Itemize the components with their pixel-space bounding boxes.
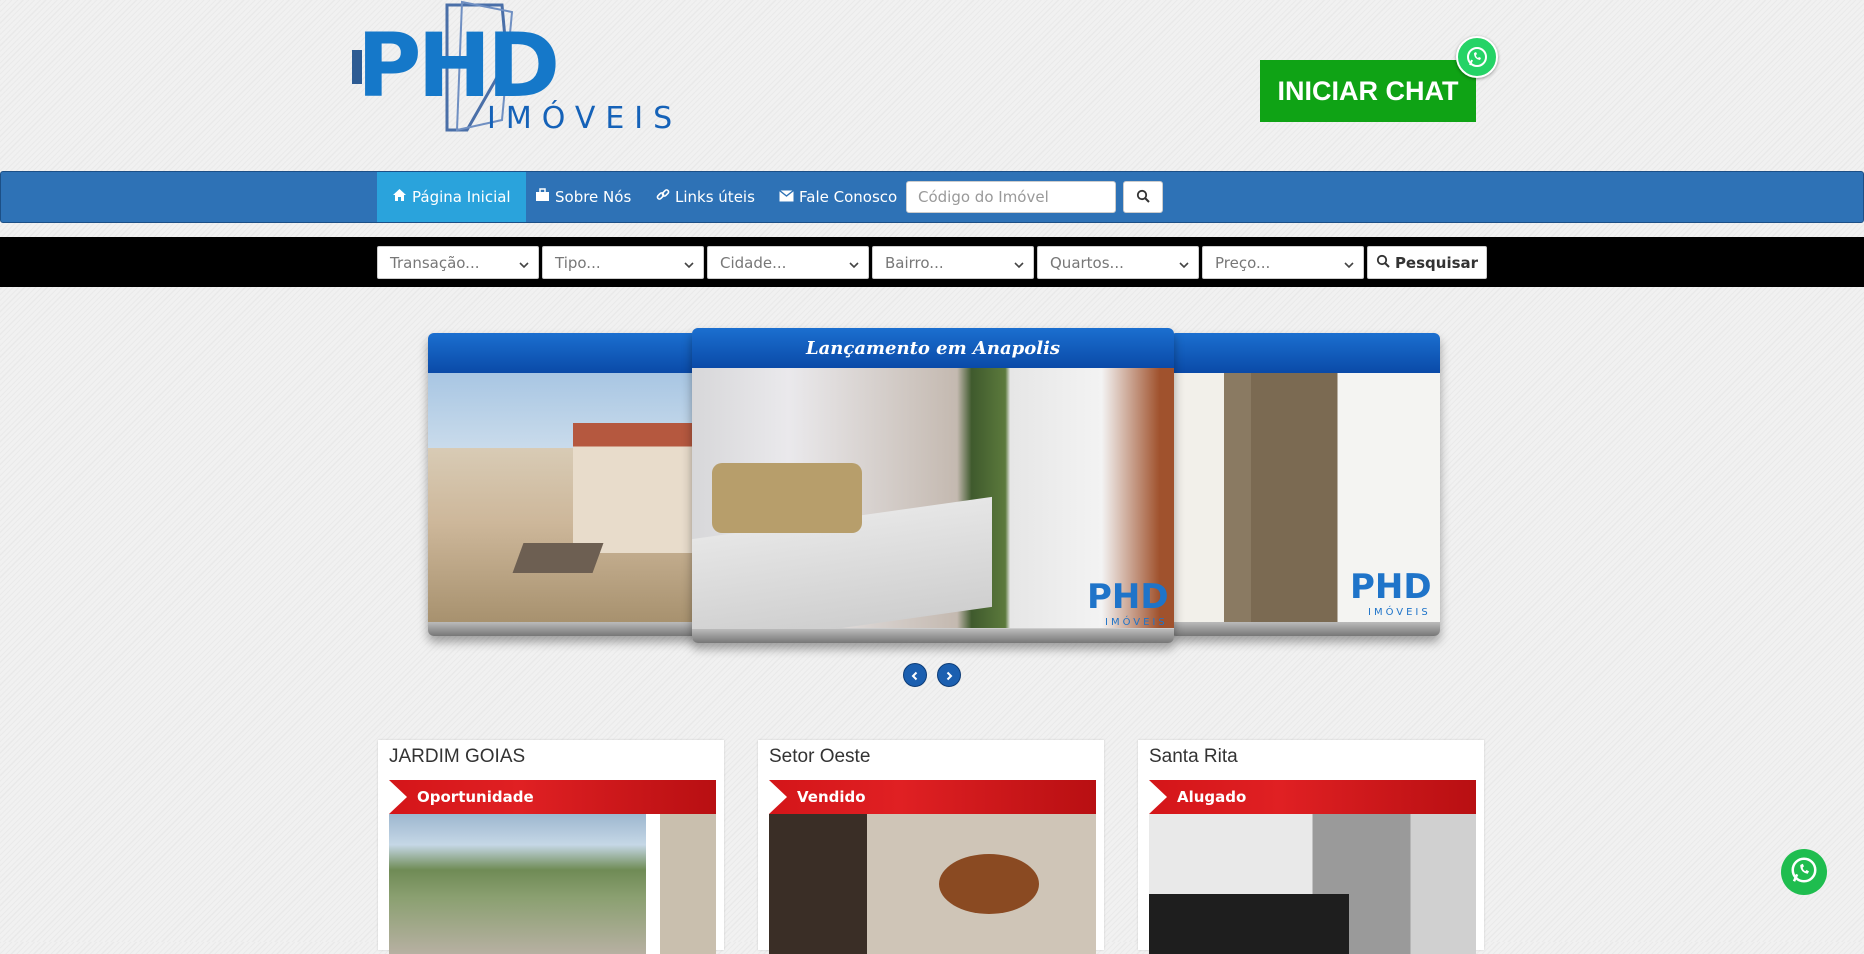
status-ribbon: Vendido [769,780,1096,814]
phd-watermark-icon: PHD IMÓVEIS [1087,563,1174,633]
status-ribbon: Alugado [1149,780,1476,814]
select-value: Bairro... [885,253,944,272]
property-code-input[interactable] [906,181,1116,213]
card-title: Setor Oeste [769,746,871,767]
transaction-select[interactable]: Transação... [377,246,539,279]
svg-text:PHD: PHD [1350,567,1432,607]
ribbon-notch [389,780,407,814]
neighborhood-select[interactable]: Bairro... [872,246,1034,279]
home-icon [392,188,407,206]
chevron-down-icon [683,257,695,275]
search-icon [1136,188,1150,207]
chevron-down-icon [1343,257,1355,275]
nav-item-home[interactable]: Página Inicial [377,172,526,222]
ribbon-label: Vendido [797,788,866,806]
carousel-next-button[interactable] [937,663,961,687]
slide-title: Lançamento em Anapolis [692,328,1174,368]
code-search-button[interactable] [1123,181,1163,213]
whatsapp-float-button[interactable] [1781,849,1827,895]
search-icon [1376,254,1390,272]
status-ribbon: Oportunidade [389,780,716,814]
slide-footer [428,622,698,636]
type-select[interactable]: Tipo... [542,246,704,279]
whatsapp-icon [1789,855,1819,889]
sofa-shape [712,463,862,533]
phd-watermark-icon: PHD IMÓVEIS [1350,553,1440,623]
ribbon-label: Alugado [1177,788,1247,806]
svg-text:IMÓVEIS: IMÓVEIS [1105,615,1168,628]
chevron-down-icon [1178,257,1190,275]
nav-item-links[interactable]: Links úteis [656,172,755,222]
select-value: Tipo... [555,253,601,272]
property-card[interactable]: Santa Rita Alugado [1138,740,1484,954]
ribbon-notch [769,780,787,814]
card-photo[interactable] [389,814,716,954]
city-select[interactable]: Cidade... [707,246,869,279]
search-button[interactable]: Pesquisar [1367,246,1487,279]
slide-footer [1170,622,1440,636]
doormat-shape [512,543,604,573]
chevron-down-icon [518,257,530,275]
logo-subtext: IMÓVEIS [487,101,683,136]
price-select[interactable]: Preço... [1202,246,1364,279]
svg-text:IMÓVEIS: IMÓVEIS [1368,605,1431,618]
window-frame [646,814,716,954]
card-title: Santa Rita [1149,746,1238,767]
select-value: Preço... [1215,253,1271,272]
select-value: Cidade... [720,253,787,272]
carousel-slide-left[interactable] [428,333,698,636]
slide-header [1170,333,1440,373]
briefcase-icon [535,188,550,206]
slide-header [428,333,698,373]
select-value: Quartos... [1050,253,1124,272]
nav-item-about[interactable]: Sobre Nós [535,172,631,222]
ribbon-notch [1149,780,1167,814]
property-card[interactable]: Setor Oeste Vendido [758,740,1104,954]
select-value: Transação... [390,253,480,272]
chevron-down-icon [1013,257,1025,275]
card-photo[interactable] [769,814,1096,954]
chevron-right-icon [944,666,954,685]
start-chat-button[interactable]: INICIAR CHAT [1260,60,1476,122]
slide-photo [428,373,698,623]
chevron-down-icon [848,257,860,275]
nav-item-label: Página Inicial [412,188,511,206]
svg-text:PHD: PHD [1087,577,1169,617]
coffee-table-shape [939,854,1039,914]
property-card[interactable]: JARDIM GOIAS Oportunidade [378,740,724,954]
logo-text: PHD [357,14,560,117]
chevron-left-icon [910,666,920,685]
nav-item-label: Fale Conosco [799,188,898,206]
search-button-label: Pesquisar [1394,253,1479,272]
carousel-slide-right[interactable]: PHD IMÓVEIS [1170,333,1440,636]
search-filter-bar: Transação... Tipo... Cidade... Bairro...… [0,237,1864,287]
card-photo[interactable] [1149,814,1476,954]
carousel-prev-button[interactable] [903,663,927,687]
ribbon-label: Oportunidade [417,788,534,806]
countertop-shape [1149,894,1349,954]
carousel-slide-center[interactable]: Lançamento em Anapolis PHD IMÓVEIS [692,328,1174,643]
slide-footer [692,629,1174,643]
nav-item-label: Links úteis [675,188,755,206]
main-nav: Página Inicial Sobre Nós Links úteis Fal… [0,171,1864,223]
nav-item-contact[interactable]: Fale Conosco [779,172,897,222]
link-icon [656,188,670,206]
nav-item-label: Sobre Nós [555,188,632,206]
whatsapp-icon[interactable] [1456,36,1498,78]
card-title: JARDIM GOIAS [389,746,526,767]
envelope-icon [779,188,794,206]
house-shape [573,423,698,553]
bedrooms-select[interactable]: Quartos... [1037,246,1199,279]
